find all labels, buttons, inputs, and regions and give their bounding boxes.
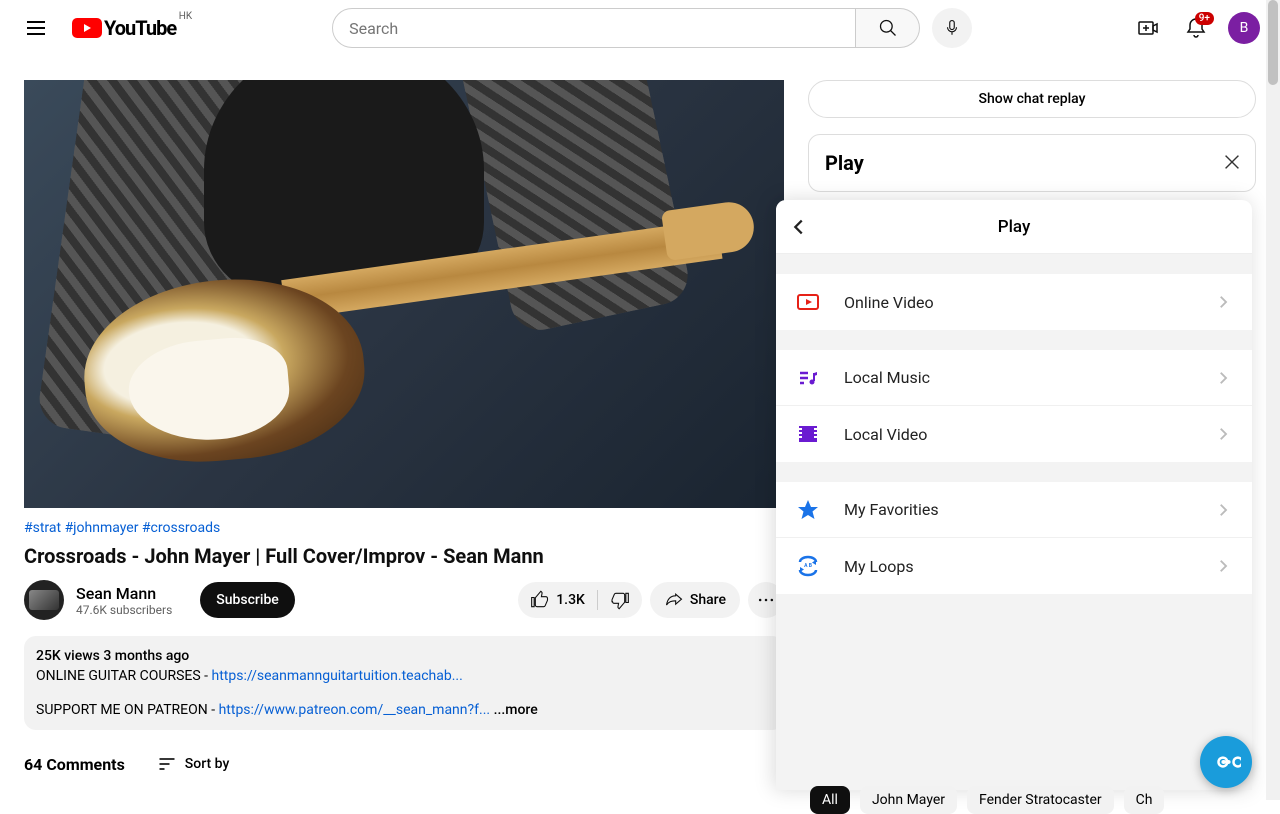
ext-item-favorites[interactable]: My Favorities xyxy=(776,482,1252,538)
comments-header: 64 Comments Sort by xyxy=(24,754,784,774)
views-and-age: 25K views 3 months ago xyxy=(36,648,772,664)
show-more-button[interactable]: ...more xyxy=(494,702,538,718)
scrollbar[interactable] xyxy=(1266,0,1280,800)
star-icon xyxy=(796,498,820,522)
account-button[interactable]: B xyxy=(1224,8,1264,48)
region-code: HK xyxy=(179,11,192,22)
desc-text-1: ONLINE GUITAR COURSES - xyxy=(36,668,212,684)
chip-all[interactable]: All xyxy=(810,786,850,814)
like-button[interactable]: 1.3K xyxy=(518,590,597,610)
ext-item-local-music[interactable]: Local Music xyxy=(776,350,1252,406)
filter-chips: All John Mayer Fender Stratocaster Ch xyxy=(810,786,1164,814)
chevron-right-icon xyxy=(1214,557,1232,575)
ext-item-label: Online Video xyxy=(844,293,1214,312)
desc-link-2[interactable]: https://www.patreon.com/__sean_mann?f... xyxy=(219,702,491,718)
chevron-right-icon xyxy=(1214,425,1232,443)
description-box[interactable]: 25K views 3 months ago ONLINE GUITAR COU… xyxy=(24,636,784,730)
hamburger-icon xyxy=(27,21,45,35)
header-right: 9+ B xyxy=(1128,8,1264,48)
channel-subscribers: 47.6K subscribers xyxy=(76,603,172,617)
meta-row: Sean Mann 47.6K subscribers Subscribe 1.… xyxy=(24,580,784,620)
sort-icon xyxy=(157,754,177,774)
share-icon xyxy=(664,590,684,610)
chip-fender[interactable]: Fender Stratocaster xyxy=(967,786,1114,814)
sort-comments-button[interactable]: Sort by xyxy=(157,754,230,774)
more-horizontal-icon xyxy=(756,590,776,610)
action-buttons: 1.3K Share xyxy=(518,582,784,618)
chevron-right-icon xyxy=(1214,293,1232,311)
create-button[interactable] xyxy=(1128,8,1168,48)
chip-more[interactable]: Ch xyxy=(1124,786,1165,814)
close-icon xyxy=(1221,151,1243,173)
chip-john-mayer[interactable]: John Mayer xyxy=(860,786,957,814)
scrollbar-thumb[interactable] xyxy=(1268,0,1278,85)
local-music-icon xyxy=(796,366,820,390)
ext-item-label: Local Music xyxy=(844,368,1214,387)
chevron-right-icon xyxy=(1214,501,1232,519)
online-video-icon xyxy=(796,290,820,314)
video-player[interactable] xyxy=(24,80,784,508)
channel-name[interactable]: Sean Mann xyxy=(76,584,172,603)
microphone-icon xyxy=(943,19,961,37)
ext-item-online-video[interactable]: Online Video xyxy=(776,274,1252,330)
ext-item-loops[interactable]: A B My Loops xyxy=(776,538,1252,594)
extension-title: Play xyxy=(776,217,1252,237)
play-card: Play xyxy=(808,134,1256,192)
desc-link-1[interactable]: https://seanmannguitartuition.teachab... xyxy=(212,668,463,684)
youtube-wordmark: YouTube xyxy=(104,16,176,40)
search-icon xyxy=(878,18,898,38)
header: YouTube HK 9+ B xyxy=(0,0,1280,56)
share-button[interactable]: Share xyxy=(650,582,740,618)
search-input[interactable] xyxy=(332,8,856,48)
dislike-button[interactable] xyxy=(598,590,642,610)
extension-panel: Play Online Video Local Music xyxy=(776,200,1252,790)
ext-section-1: Online Video xyxy=(776,274,1252,330)
loop-fab-button[interactable] xyxy=(1200,736,1252,788)
ext-item-label: My Loops xyxy=(844,557,1214,576)
create-video-icon xyxy=(1136,16,1160,40)
like-dislike-group: 1.3K xyxy=(518,582,642,618)
ext-item-label: Local Video xyxy=(844,425,1214,444)
youtube-logo[interactable]: YouTube HK xyxy=(72,16,176,40)
search-button[interactable] xyxy=(856,8,920,48)
share-label: Share xyxy=(690,592,726,608)
thumbs-up-icon xyxy=(530,590,550,610)
ext-item-local-video[interactable]: Local Video xyxy=(776,406,1252,462)
close-button[interactable] xyxy=(1221,151,1243,173)
like-count: 1.3K xyxy=(556,592,585,608)
comments-count: 64 Comments xyxy=(24,755,125,774)
search-form xyxy=(332,8,920,48)
ext-section-2: Local Music Local Video xyxy=(776,350,1252,462)
notification-badge: 9+ xyxy=(1195,12,1214,25)
svg-text:A B: A B xyxy=(804,563,812,569)
voice-search-button[interactable] xyxy=(932,8,972,48)
header-center xyxy=(332,8,972,48)
chevron-left-icon xyxy=(788,216,810,238)
video-frame xyxy=(24,80,784,508)
desc-text-2: SUPPORT ME ON PATREON - xyxy=(36,702,219,718)
channel-info: Sean Mann 47.6K subscribers Subscribe xyxy=(24,580,295,620)
notifications-button[interactable]: 9+ xyxy=(1176,8,1216,48)
header-left: YouTube HK xyxy=(16,8,176,48)
channel-avatar[interactable] xyxy=(24,580,64,620)
menu-button[interactable] xyxy=(16,8,56,48)
infinity-icon xyxy=(1211,747,1241,777)
back-button[interactable] xyxy=(788,216,810,238)
sort-label: Sort by xyxy=(185,756,230,772)
ext-section-3: My Favorities A B My Loops xyxy=(776,482,1252,594)
video-title: Crossroads - John Mayer | Full Cover/Imp… xyxy=(24,544,784,568)
thumbs-down-icon xyxy=(610,590,630,610)
ext-item-label: My Favorities xyxy=(844,500,1214,519)
chevron-right-icon xyxy=(1214,369,1232,387)
chat-replay-button[interactable]: Show chat replay xyxy=(808,80,1256,118)
subscribe-button[interactable]: Subscribe xyxy=(200,582,295,618)
main-column: #strat #johnmayer #crossroads Crossroads… xyxy=(24,80,784,774)
play-card-title: Play xyxy=(825,151,1239,175)
local-video-icon xyxy=(796,422,820,446)
avatar: B xyxy=(1228,12,1260,44)
hashtags[interactable]: #strat #johnmayer #crossroads xyxy=(24,520,784,536)
youtube-play-icon xyxy=(72,18,102,38)
loop-icon: A B xyxy=(796,554,820,578)
extension-header: Play xyxy=(776,200,1252,254)
